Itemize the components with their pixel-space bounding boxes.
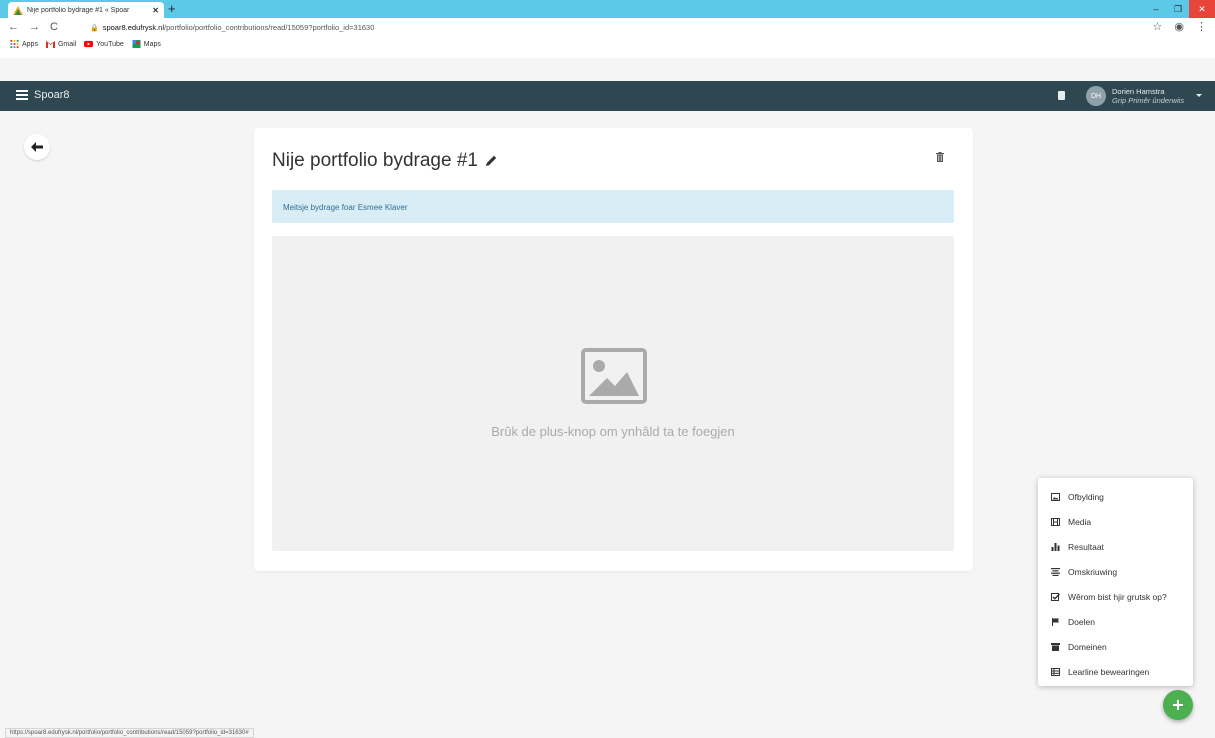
avatar[interactable]: DH bbox=[1086, 86, 1106, 106]
browser-tab[interactable]: Nije portfolio bydrage #1 « Spoar ✕ bbox=[8, 2, 164, 18]
user-role: Grip Primêr ûnderwiis bbox=[1112, 96, 1185, 105]
window-controls: – ❐ ✕ bbox=[1145, 0, 1215, 18]
apps-grid-icon bbox=[10, 40, 19, 48]
browser-menu-icon[interactable]: ⋮ bbox=[1196, 20, 1207, 33]
lock-icon: 🔒 bbox=[90, 24, 99, 32]
address-bar[interactable]: 🔒 spoar8.edufrysk.nl/portfolio/portfolio… bbox=[90, 20, 374, 35]
new-tab-button[interactable]: + bbox=[168, 2, 176, 16]
film-icon bbox=[1050, 517, 1060, 526]
url-host: spoar8.edufrysk.nl bbox=[102, 23, 165, 32]
status-bar-url: https://spoar8.edufrysk.nl/portfolio/por… bbox=[5, 728, 254, 738]
archive-icon bbox=[1050, 642, 1060, 651]
spoar-favicon-icon bbox=[13, 5, 23, 15]
align-center-icon bbox=[1050, 567, 1060, 576]
back-arrow-icon[interactable]: ← bbox=[8, 21, 19, 33]
menu-item-werom-bist-hjir-grutsk-op[interactable]: Wêrom bist hjir grutsk op? bbox=[1038, 584, 1193, 609]
bookmark-maps[interactable]: Maps bbox=[132, 40, 161, 48]
gmail-icon bbox=[45, 41, 55, 48]
contribution-card: Nije portfolio bydrage #1 Meitsje bydrag… bbox=[254, 128, 973, 571]
check-square-icon bbox=[1050, 592, 1060, 601]
image-placeholder-icon bbox=[581, 348, 647, 404]
minimize-icon[interactable]: – bbox=[1145, 0, 1167, 18]
add-content-menu: Ofbylding Media Resultaat Omskriuwing Wê… bbox=[1038, 478, 1193, 686]
profile-icon[interactable]: ◉ bbox=[1174, 20, 1184, 33]
bookmark-youtube[interactable]: YouTube bbox=[84, 40, 124, 48]
menu-item-resultaat[interactable]: Resultaat bbox=[1038, 534, 1193, 559]
list-icon bbox=[1050, 667, 1060, 676]
user-menu[interactable]: Dorien Hamstra Grip Primêr ûnderwiis bbox=[1112, 87, 1184, 105]
info-alert: Meitsje bydrage foar Esmee Klaver bbox=[272, 190, 954, 223]
pencil-icon[interactable] bbox=[484, 154, 498, 168]
empty-content-area: Brûk de plus-knop om ynhâld ta te foegje… bbox=[272, 236, 954, 551]
caret-down-icon[interactable] bbox=[1196, 94, 1202, 97]
restore-icon[interactable]: ❐ bbox=[1167, 0, 1189, 18]
title-text: Nije portfolio bydrage #1 bbox=[272, 150, 478, 171]
bar-chart-icon bbox=[1050, 542, 1060, 551]
app-brand[interactable]: Spoar8 bbox=[34, 89, 69, 101]
plus-icon bbox=[1173, 700, 1183, 710]
menu-item-learline-bewearingen[interactable]: Learline bewearingen bbox=[1038, 659, 1193, 684]
tab-close-icon[interactable]: ✕ bbox=[152, 6, 159, 15]
menu-item-ofbylding[interactable]: Ofbylding bbox=[1038, 484, 1193, 509]
add-content-fab[interactable] bbox=[1163, 690, 1193, 720]
browser-toolbar: ← → C 🔒 spoar8.edufrysk.nl/portfolio/por… bbox=[0, 18, 1215, 58]
browser-nav-buttons: ← → C bbox=[8, 21, 58, 33]
menu-item-domeinen[interactable]: Domeinen bbox=[1038, 634, 1193, 659]
menu-item-omskriuwing[interactable]: Omskriuwing bbox=[1038, 559, 1193, 584]
browser-tab-title: Nije portfolio bydrage #1 « Spoar bbox=[27, 6, 130, 14]
empty-message: Brûk de plus-knop om ynhâld ta te foegje… bbox=[491, 424, 735, 439]
user-name: Dorien Hamstra bbox=[1112, 87, 1165, 96]
forward-arrow-icon[interactable]: → bbox=[29, 21, 40, 33]
menu-item-media[interactable]: Media bbox=[1038, 509, 1193, 534]
hamburger-menu-icon[interactable] bbox=[16, 90, 28, 100]
app-header: Spoar8 DH Dorien Hamstra Grip Primêr ûnd… bbox=[0, 81, 1215, 111]
bookmark-gmail[interactable]: Gmail bbox=[45, 40, 76, 48]
book-icon[interactable] bbox=[1058, 91, 1065, 100]
arrow-left-icon bbox=[31, 142, 43, 152]
page-title: Nije portfolio bydrage #1 bbox=[272, 150, 498, 172]
window-close-icon[interactable]: ✕ bbox=[1189, 0, 1215, 18]
bookmark-star-icon[interactable]: ☆ bbox=[1153, 20, 1163, 33]
trash-icon[interactable] bbox=[936, 152, 944, 162]
browser-toolbar-right: ☆ ◉ ⋮ bbox=[1153, 20, 1207, 33]
menu-item-doelen[interactable]: Doelen bbox=[1038, 609, 1193, 634]
flag-icon bbox=[1050, 617, 1060, 626]
bookmarks-bar: Apps Gmail YouTube Maps bbox=[10, 40, 161, 48]
image-icon bbox=[1050, 492, 1060, 501]
bookmark-apps[interactable]: Apps bbox=[10, 40, 38, 48]
reload-icon[interactable]: C bbox=[50, 21, 58, 33]
back-button[interactable] bbox=[24, 134, 50, 160]
url-path: /portfolio/portfolio_contributions/read/… bbox=[164, 23, 375, 32]
browser-tab-bar: Nije portfolio bydrage #1 « Spoar ✕ + – … bbox=[0, 0, 1215, 18]
maps-icon bbox=[132, 40, 141, 48]
youtube-icon bbox=[84, 40, 94, 48]
